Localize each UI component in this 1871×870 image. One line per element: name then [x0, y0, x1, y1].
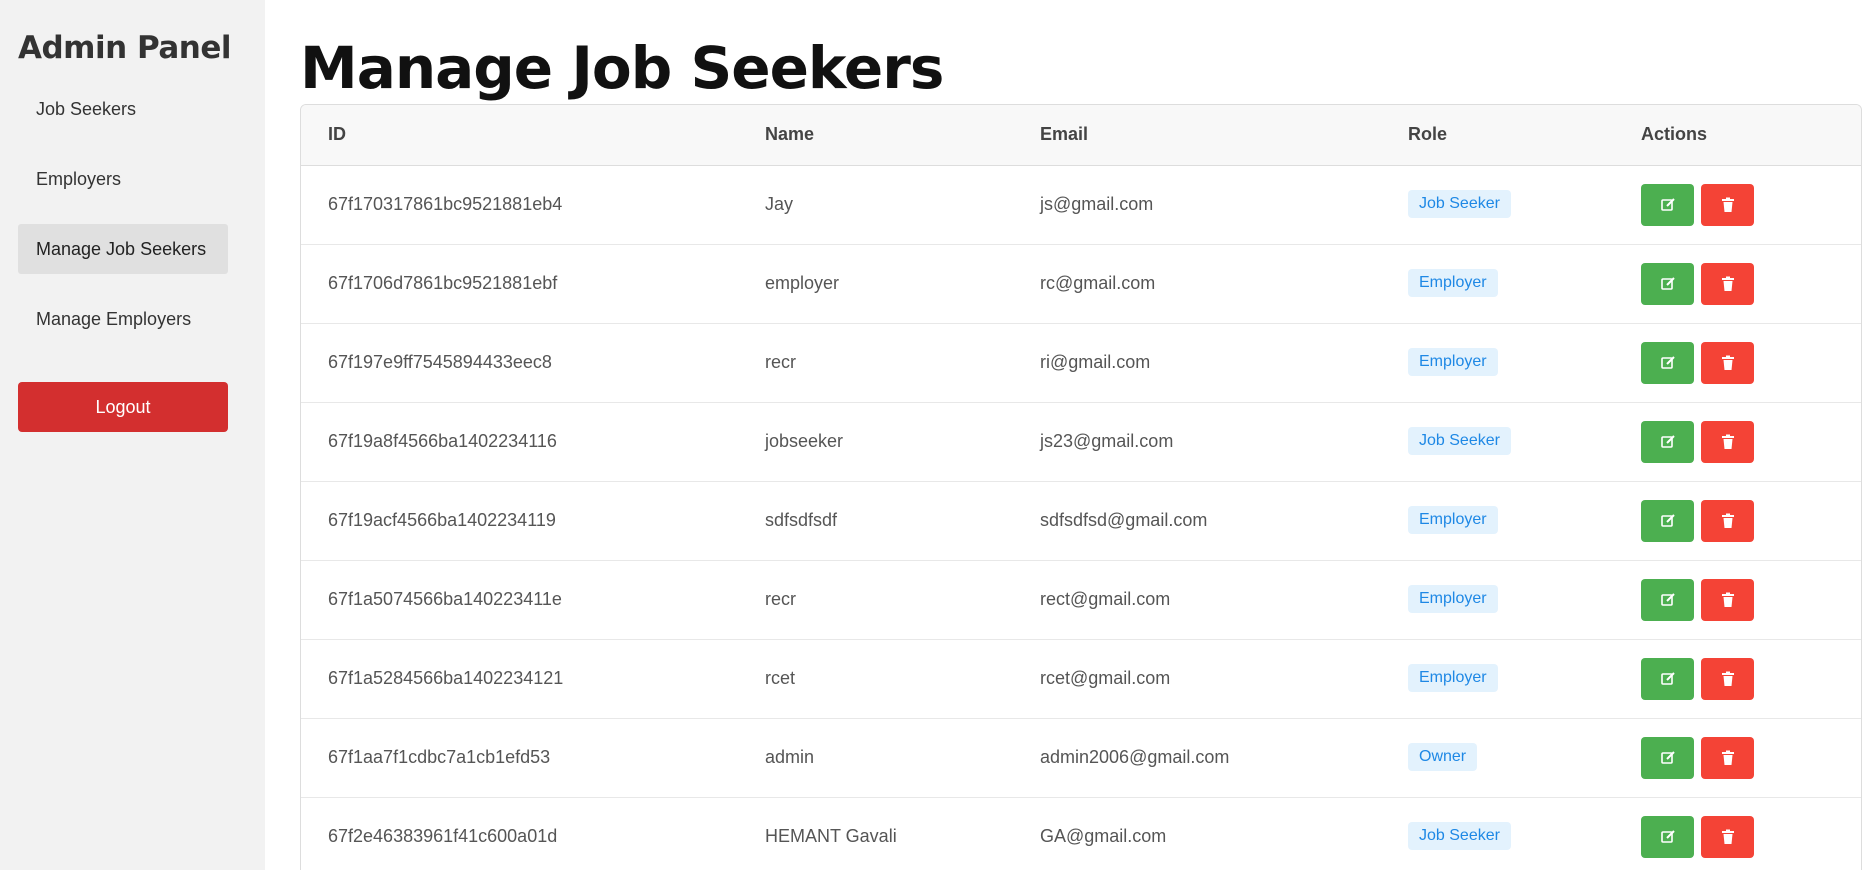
edit-button[interactable] — [1641, 262, 1694, 305]
cell-name: recr — [738, 560, 1013, 640]
cell-email: js23@gmail.com — [1013, 402, 1381, 482]
cell-email: admin2006@gmail.com — [1013, 718, 1381, 798]
column-header-actions: Actions — [1614, 105, 1861, 166]
cell-id: 67f197e9ff7545894433eec8 — [301, 323, 738, 403]
cell-email: ri@gmail.com — [1013, 323, 1381, 403]
cell-role: Employer — [1381, 560, 1614, 640]
cell-name: admin — [738, 718, 1013, 798]
cell-role: Job Seeker — [1381, 165, 1614, 245]
edit-button[interactable] — [1641, 499, 1694, 542]
cell-role: Employer — [1381, 323, 1614, 403]
role-badge: Employer — [1408, 584, 1498, 613]
role-badge: Owner — [1408, 742, 1478, 771]
role-badge: Job Seeker — [1408, 189, 1511, 218]
cell-name: Jay — [738, 165, 1013, 245]
delete-button[interactable] — [1701, 341, 1754, 384]
cell-id: 67f170317861bc9521881eb4 — [301, 165, 738, 245]
cell-id: 67f1a5074566ba140223411e — [301, 560, 738, 640]
column-header-role: Role — [1381, 105, 1614, 166]
cell-role: Employer — [1381, 244, 1614, 324]
table-row: 67f197e9ff7545894433eec8 recr ri@gmail.com… — [301, 323, 1861, 403]
cell-email: rect@gmail.com — [1013, 560, 1381, 640]
role-badge: Employer — [1408, 505, 1498, 534]
delete-button[interactable] — [1701, 815, 1754, 858]
sidebar-item-job-seekers[interactable]: Job Seekers — [18, 84, 228, 134]
sidebar: Admin Panel Job Seekers Employers Manage… — [0, 0, 265, 870]
cell-role: Employer — [1381, 639, 1614, 719]
cell-id: 67f19acf4566ba1402234119 — [301, 481, 738, 561]
cell-actions — [1614, 797, 1861, 870]
cell-actions — [1614, 639, 1861, 719]
cell-actions — [1614, 481, 1861, 561]
cell-name: employer — [738, 244, 1013, 324]
cell-id: 67f1aa7f1cdbc7a1cb1efd53 — [301, 718, 738, 798]
table-body: 67f170317861bc9521881eb4 Jay js@gmail.com J… — [301, 165, 1861, 870]
column-header-id: ID — [301, 105, 738, 166]
users-table-container: ID Name Email Role Actions 67f170317861b… — [300, 104, 1862, 870]
users-table: ID Name Email Role Actions 67f170317861b… — [301, 105, 1861, 870]
logout-button[interactable]: Logout — [18, 382, 228, 432]
cell-actions — [1614, 165, 1861, 245]
edit-button[interactable] — [1641, 657, 1694, 700]
delete-button[interactable] — [1701, 183, 1754, 226]
role-badge: Employer — [1408, 347, 1498, 376]
edit-button[interactable] — [1641, 183, 1694, 226]
cell-id: 67f19a8f4566ba1402234116 — [301, 402, 738, 482]
delete-button[interactable] — [1701, 578, 1754, 621]
edit-button[interactable] — [1641, 420, 1694, 463]
cell-role: Employer — [1381, 481, 1614, 561]
table-row: 67f19a8f4566ba1402234116 jobseeker js23@gm… — [301, 402, 1861, 482]
role-badge: Employer — [1408, 663, 1498, 692]
cell-role: Job Seeker — [1381, 402, 1614, 482]
delete-button[interactable] — [1701, 262, 1754, 305]
cell-name: jobseeker — [738, 402, 1013, 482]
edit-button[interactable] — [1641, 736, 1694, 779]
table-row: 67f2e46383961f41c600a01d HEMANT Gavali GA@… — [301, 797, 1861, 870]
cell-email: js@gmail.com — [1013, 165, 1381, 245]
delete-button[interactable] — [1701, 736, 1754, 779]
cell-id: 67f1706d7861bc9521881ebf — [301, 244, 738, 324]
cell-role: Owner — [1381, 718, 1614, 798]
cell-role: Job Seeker — [1381, 797, 1614, 870]
cell-name: sdfsdfsdf — [738, 481, 1013, 561]
cell-email: rc@gmail.com — [1013, 244, 1381, 324]
table-row: 67f1a5284566ba1402234121 rcet rcet@gmail.c… — [301, 639, 1861, 719]
role-badge: Job Seeker — [1408, 821, 1511, 850]
role-badge: Employer — [1408, 268, 1498, 297]
delete-button[interactable] — [1701, 420, 1754, 463]
main-content: Manage Job Seekers ID Name Email Role Ac… — [300, 0, 1862, 870]
role-badge: Job Seeker — [1408, 426, 1511, 455]
cell-actions — [1614, 560, 1861, 640]
table-row: 67f1706d7861bc9521881ebf employer rc@gmail… — [301, 244, 1861, 324]
cell-email: sdfsdfsd@gmail.com — [1013, 481, 1381, 561]
cell-actions — [1614, 402, 1861, 482]
table-header-row: ID Name Email Role Actions — [301, 105, 1861, 166]
cell-actions — [1614, 323, 1861, 403]
cell-name: HEMANT Gavali — [738, 797, 1013, 870]
sidebar-title: Admin Panel — [18, 30, 232, 66]
cell-email: rcet@gmail.com — [1013, 639, 1381, 719]
sidebar-item-manage-job-seekers[interactable]: Manage Job Seekers — [18, 224, 228, 274]
edit-button[interactable] — [1641, 578, 1694, 621]
cell-id: 67f2e46383961f41c600a01d — [301, 797, 738, 870]
cell-actions — [1614, 718, 1861, 798]
cell-name: recr — [738, 323, 1013, 403]
cell-email: GA@gmail.com — [1013, 797, 1381, 870]
table-row: 67f1aa7f1cdbc7a1cb1efd53 admin admin2006@g… — [301, 718, 1861, 798]
table-row: 67f170317861bc9521881eb4 Jay js@gmail.com J… — [301, 165, 1861, 245]
edit-button[interactable] — [1641, 815, 1694, 858]
edit-button[interactable] — [1641, 341, 1694, 384]
table-row: 67f19acf4566ba1402234119 sdfsdfsdf sdfsdfs… — [301, 481, 1861, 561]
table-row: 67f1a5074566ba140223411e recr rect@gmail.c… — [301, 560, 1861, 640]
delete-button[interactable] — [1701, 657, 1754, 700]
page-title: Manage Job Seekers — [300, 34, 944, 102]
sidebar-item-employers[interactable]: Employers — [18, 154, 228, 204]
cell-actions — [1614, 244, 1861, 324]
sidebar-item-manage-employers[interactable]: Manage Employers — [18, 294, 228, 344]
cell-name: rcet — [738, 639, 1013, 719]
column-header-name: Name — [738, 105, 1013, 166]
cell-id: 67f1a5284566ba1402234121 — [301, 639, 738, 719]
column-header-email: Email — [1013, 105, 1381, 166]
delete-button[interactable] — [1701, 499, 1754, 542]
